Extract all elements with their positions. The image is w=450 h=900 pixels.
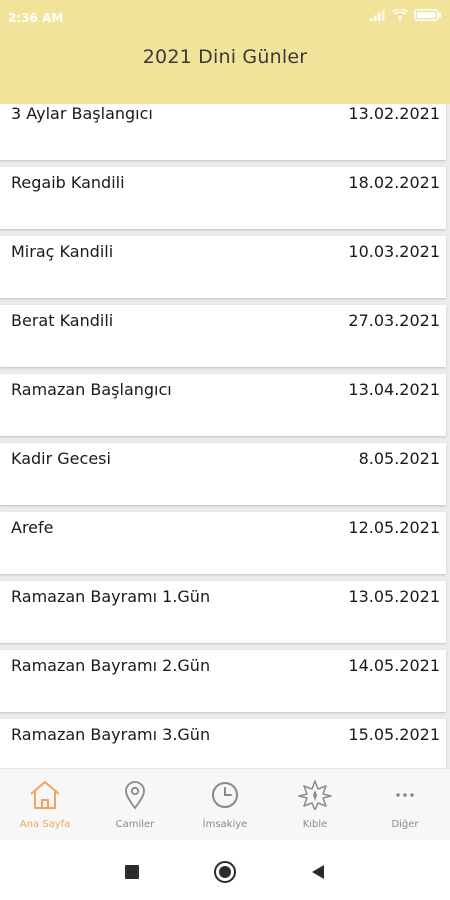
system-navigation-bar [0, 840, 450, 900]
app-bar: 2:36 AM 2021 Dini Günler [0, 0, 450, 104]
day-date: 8.05.2021 [358, 449, 440, 468]
home-icon [30, 781, 60, 809]
religious-days-list[interactable]: 3 Aylar Başlangıcı 13.02.2021 Regaib Kan… [0, 104, 450, 768]
day-name: Regaib Kandili [11, 173, 125, 192]
day-date: 12.05.2021 [348, 518, 440, 537]
list-item[interactable]: Arefe 12.05.2021 [0, 512, 446, 574]
status-time: 2:36 AM [8, 11, 64, 25]
nav-label: Diğer [391, 819, 419, 830]
battery-icon [414, 9, 441, 21]
more-dots-icon [396, 793, 414, 797]
nav-more[interactable]: Diğer [360, 769, 450, 841]
list-item[interactable]: 3 Aylar Başlangıcı 13.02.2021 [0, 104, 446, 160]
nav-qibla[interactable]: Kıble [270, 769, 360, 841]
list-item[interactable]: Regaib Kandili 18.02.2021 [0, 167, 446, 229]
day-name: Ramazan Bayramı 1.Gün [11, 587, 211, 606]
day-name: Ramazan Başlangıcı [11, 380, 172, 399]
back-triangle-icon[interactable] [306, 860, 330, 884]
day-date: 13.04.2021 [348, 380, 440, 399]
list-item[interactable]: Miraç Kandili 10.03.2021 [0, 236, 446, 298]
nav-label: İmsakiye [202, 819, 248, 830]
bottom-navigation: Ana Sayfa Camiler İmsakiye Kıble Diğer [0, 768, 450, 841]
day-date: 15.05.2021 [348, 725, 440, 744]
nav-mosques[interactable]: Camiler [90, 769, 180, 841]
list-item[interactable]: Ramazan Başlangıcı 13.04.2021 [0, 374, 446, 436]
status-bar: 2:36 AM [0, 0, 450, 34]
wifi-icon [392, 9, 408, 20]
nav-home[interactable]: Ana Sayfa [0, 769, 90, 841]
clock-icon [212, 782, 238, 808]
nav-label: Kıble [302, 819, 328, 830]
day-date: 10.03.2021 [348, 242, 440, 261]
nav-imsakiye[interactable]: İmsakiye [180, 769, 270, 841]
day-name: Ramazan Bayramı 3.Gün [11, 725, 211, 744]
day-name: Berat Kandili [11, 311, 114, 330]
list-item[interactable]: Ramazan Bayramı 2.Gün 14.05.2021 [0, 650, 446, 712]
home-circle-icon[interactable] [213, 860, 237, 884]
page-title: 2021 Dini Günler [142, 46, 308, 68]
day-name: Miraç Kandili [11, 242, 114, 261]
nav-label: Ana Sayfa [19, 819, 71, 830]
day-date: 18.02.2021 [348, 173, 440, 192]
nav-label: Camiler [115, 819, 155, 830]
day-date: 13.02.2021 [348, 104, 440, 123]
day-date: 13.05.2021 [348, 587, 440, 606]
day-name: Kadir Gecesi [11, 449, 111, 468]
day-name: Arefe [11, 518, 54, 537]
day-name: 3 Aylar Başlangıcı [11, 104, 153, 123]
location-pin-icon [125, 781, 145, 810]
list-item[interactable]: Berat Kandili 27.03.2021 [0, 305, 446, 367]
list-item[interactable]: Ramazan Bayramı 3.Gün 15.05.2021 [0, 719, 446, 768]
compass-star-icon [298, 780, 332, 810]
status-icons [370, 9, 442, 21]
recents-square-icon[interactable] [120, 860, 144, 884]
day-name: Ramazan Bayramı 2.Gün [11, 656, 211, 675]
day-date: 14.05.2021 [348, 656, 440, 675]
signal-icon [370, 10, 385, 21]
list-item[interactable]: Kadir Gecesi 8.05.2021 [0, 443, 446, 505]
day-date: 27.03.2021 [348, 311, 440, 330]
list-item[interactable]: Ramazan Bayramı 1.Gün 13.05.2021 [0, 581, 446, 643]
